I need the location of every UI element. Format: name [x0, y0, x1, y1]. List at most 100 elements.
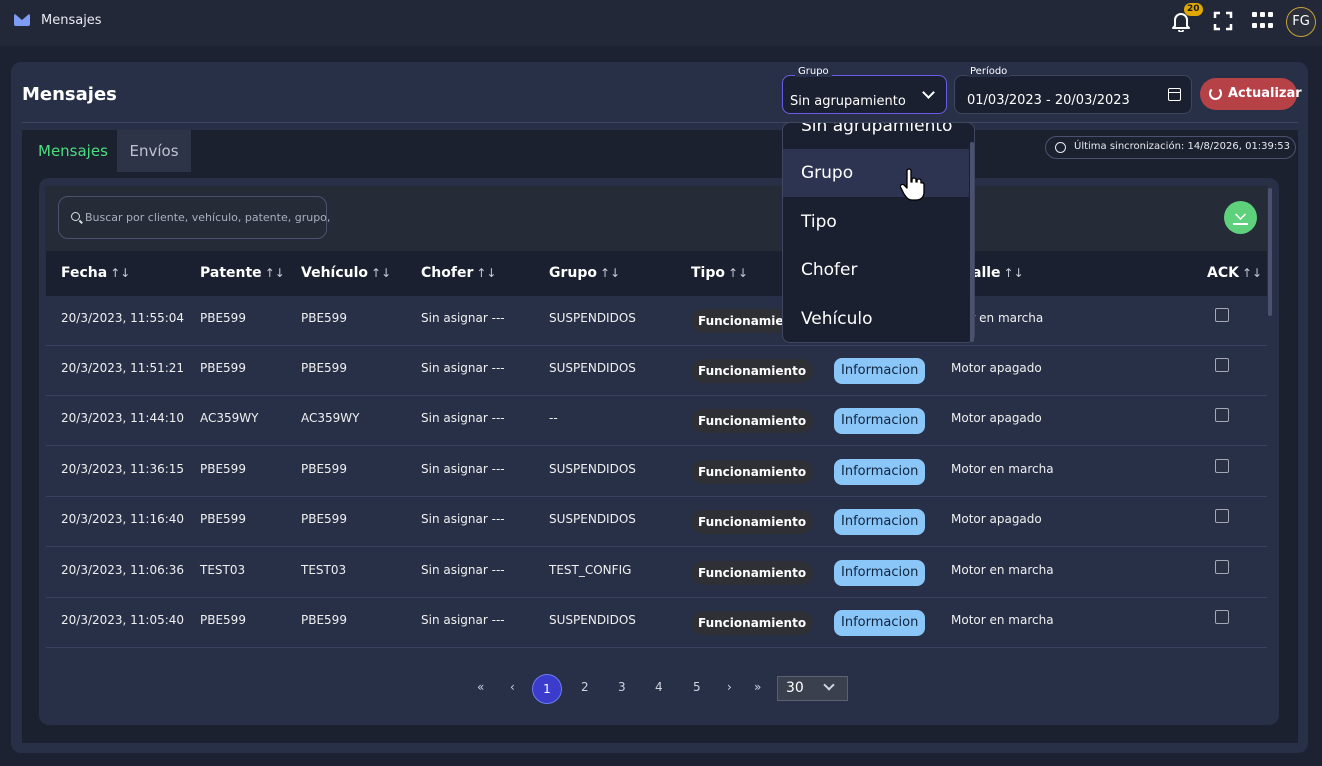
page-button-1[interactable]: 1: [532, 674, 562, 704]
ack-checkbox[interactable]: [1215, 408, 1229, 422]
chevron-down-icon: [922, 86, 935, 99]
cell-fecha: 20/3/2023, 11:44:10: [61, 411, 185, 425]
dropdown-option-tipo[interactable]: Tipo: [783, 198, 969, 246]
apps-grid-icon[interactable]: [1252, 12, 1274, 30]
cell-chofer: Sin asignar ---: [421, 563, 505, 577]
cell-vehiculo: TEST03: [301, 563, 347, 577]
cell-grupo: --: [549, 411, 558, 425]
download-icon: [1235, 209, 1246, 220]
column-header-patente[interactable]: Patente ↑↓: [200, 265, 285, 281]
type-badge: Funcionamiento: [691, 561, 814, 585]
ack-checkbox[interactable]: [1215, 610, 1229, 624]
cell-fecha: 20/3/2023, 11:05:40: [61, 613, 185, 627]
cell-chofer: Sin asignar ---: [421, 411, 505, 425]
prev-page-button[interactable]: ‹: [510, 680, 515, 694]
cell-grupo: SUSPENDIDOS: [549, 613, 636, 627]
cell-vehiculo: PBE599: [301, 462, 347, 476]
title-divider: [22, 122, 1298, 123]
dropdown-option-vehiculo[interactable]: Vehículo: [783, 295, 969, 342]
tab-mensajes[interactable]: Mensajes: [22, 130, 117, 172]
period-picker[interactable]: Período 01/03/2023 - 20/03/2023: [954, 66, 1192, 114]
first-page-button[interactable]: «: [477, 680, 484, 694]
search-input[interactable]: Buscar por cliente, vehículo, patente, g…: [58, 196, 330, 239]
hand-cursor-icon: [899, 168, 925, 201]
dropdown-option-chofer[interactable]: Chofer: [783, 246, 969, 294]
cell-patente: PBE599: [200, 462, 246, 476]
refresh-button-label: Actualizar: [1228, 86, 1302, 101]
top-bar: Mensajes: [0, 0, 1322, 46]
cell-grupo: SUSPENDIDOS: [549, 361, 636, 375]
per-page-value: 30: [786, 680, 804, 696]
cell-vehiculo: PBE599: [301, 361, 347, 375]
column-header-tipo[interactable]: Tipo ↑↓: [691, 265, 748, 281]
fullscreen-icon[interactable]: [1213, 11, 1233, 31]
page-button-4[interactable]: 4: [655, 680, 663, 694]
cell-patente: AC359WY: [200, 411, 259, 425]
cell-fecha: 20/3/2023, 11:51:21: [61, 361, 185, 375]
app-title: Mensajes: [41, 13, 102, 28]
dropdown-scrollbar[interactable]: [970, 142, 974, 342]
sort-icon: ↑↓: [476, 266, 497, 280]
cell-patente: PBE599: [200, 311, 246, 325]
cell-vehiculo: PBE599: [301, 613, 347, 627]
sort-icon: ↑↓: [1241, 266, 1263, 280]
sort-icon: ↑↓: [110, 266, 131, 280]
cell-patente: PBE599: [200, 512, 246, 526]
level-badge: Informacion: [834, 610, 926, 636]
column-header-fecha[interactable]: Fecha ↑↓: [61, 265, 130, 281]
sort-icon: ↑↓: [728, 266, 749, 280]
cell-chofer: Sin asignar ---: [421, 462, 505, 476]
cell-vehiculo: AC359WY: [301, 411, 360, 425]
download-button[interactable]: [1224, 201, 1257, 234]
column-header-chofer[interactable]: Chofer ↑↓: [421, 265, 496, 281]
type-badge: Funcionamiento: [691, 460, 814, 484]
level-badge: Informacion: [834, 509, 926, 535]
cell-grupo: SUSPENDIDOS: [549, 462, 636, 476]
cell-vehiculo: PBE599: [301, 512, 347, 526]
group-select[interactable]: Grupo Sin agrupamiento: [782, 66, 947, 114]
sort-icon: ↑↓: [264, 266, 285, 280]
page-button-5[interactable]: 5: [693, 680, 701, 694]
tab-envios[interactable]: Envíos: [117, 130, 191, 172]
cell-fecha: 20/3/2023, 11:16:40: [61, 512, 185, 526]
column-header-ack[interactable]: ACK ↑↓: [1207, 265, 1262, 281]
cell-fecha: 20/3/2023, 11:06:36: [61, 563, 185, 577]
cell-chofer: Sin asignar ---: [421, 311, 505, 325]
cell-patente: PBE599: [200, 361, 246, 375]
cell-grupo: SUSPENDIDOS: [549, 512, 636, 526]
dropdown-option-sin-agrupamiento[interactable]: Sin agrupamiento: [783, 123, 969, 150]
ack-checkbox[interactable]: [1215, 459, 1229, 473]
ack-checkbox[interactable]: [1215, 308, 1229, 322]
cell-patente: TEST03: [200, 563, 246, 577]
notifications-badge: 20: [1184, 3, 1203, 16]
last-page-button[interactable]: »: [754, 680, 761, 694]
page-button-2[interactable]: 2: [581, 680, 589, 694]
level-badge: Informacion: [834, 459, 926, 485]
next-page-button[interactable]: ›: [727, 680, 732, 694]
type-badge: Funcionamiento: [691, 359, 814, 383]
cell-detalle: Motor en marcha: [951, 563, 1054, 577]
ack-checkbox[interactable]: [1215, 509, 1229, 523]
table-scrollbar-thumb[interactable]: [1268, 188, 1272, 316]
cell-vehiculo: PBE599: [301, 311, 347, 325]
search-icon: [71, 212, 80, 221]
ack-checkbox[interactable]: [1215, 358, 1229, 372]
column-header-grupo[interactable]: Grupo ↑↓: [549, 265, 620, 281]
cell-chofer: Sin asignar ---: [421, 512, 505, 526]
user-avatar[interactable]: FG: [1286, 7, 1316, 37]
cell-fecha: 20/3/2023, 11:36:15: [61, 462, 185, 476]
ack-checkbox[interactable]: [1215, 560, 1229, 574]
column-header-vehiculo[interactable]: Vehículo ↑↓: [301, 265, 391, 281]
column-header-detalle[interactable]: alle ↑↓: [972, 265, 1024, 281]
calendar-icon[interactable]: [1168, 88, 1181, 101]
sync-status: Última sincronización: 14/8/2026, 01:39:…: [1045, 136, 1296, 159]
page-button-3[interactable]: 3: [618, 680, 626, 694]
level-badge: Informacion: [834, 358, 926, 384]
group-select-value: Sin agrupamiento: [790, 94, 906, 109]
per-page-select[interactable]: 30: [777, 676, 848, 701]
cell-chofer: Sin asignar ---: [421, 613, 505, 627]
cell-chofer: Sin asignar ---: [421, 361, 505, 375]
refresh-button[interactable]: Actualizar: [1200, 78, 1302, 110]
sort-icon: ↑↓: [600, 266, 621, 280]
dropdown-option-grupo[interactable]: Grupo: [783, 149, 969, 197]
